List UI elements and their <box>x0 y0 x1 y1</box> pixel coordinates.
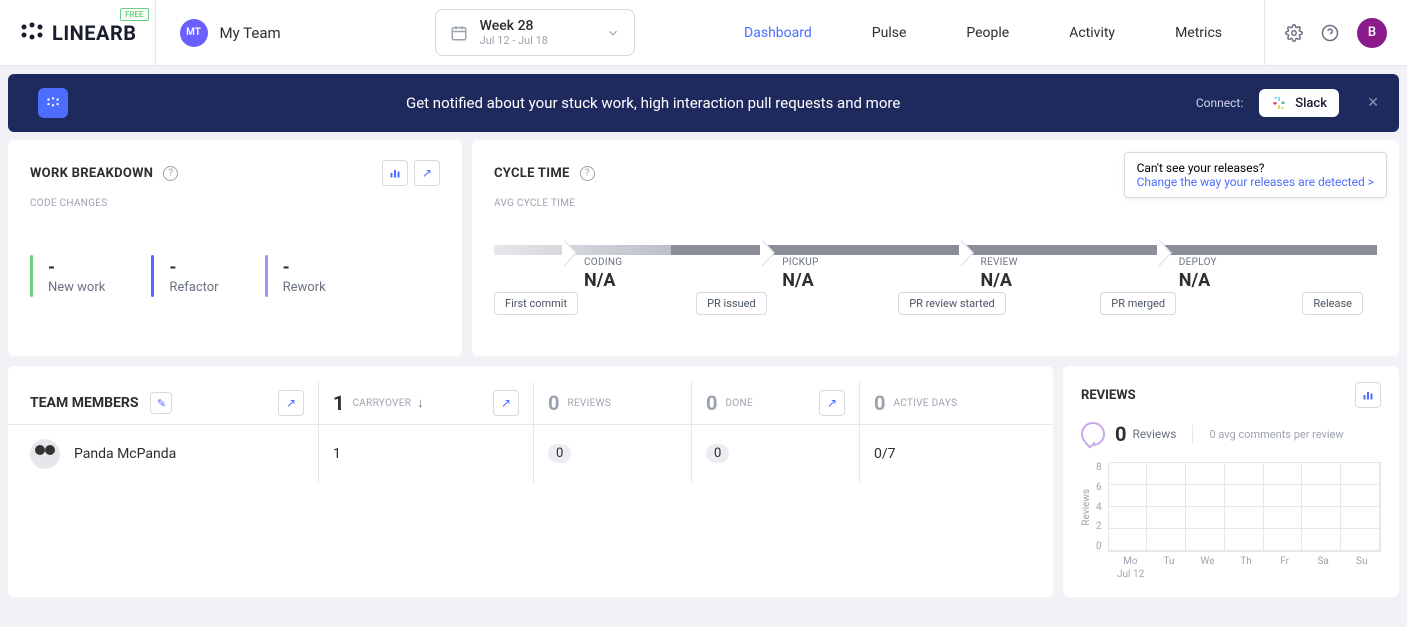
releases-link[interactable]: Change the way your releases are detecte… <box>1137 175 1374 189</box>
stage-coding: CODING N/A <box>584 257 782 291</box>
nav-dashboard[interactable]: Dashboard <box>714 25 842 41</box>
card-title: WORK BREAKDOWN <box>30 166 153 181</box>
marker-pr-review: PR review started <box>898 292 1006 315</box>
metric-new-work: - New work <box>30 257 123 295</box>
chart-icon[interactable] <box>1355 382 1381 408</box>
notification-banner: Get notified about your stuck work, high… <box>8 74 1399 132</box>
nav-pulse[interactable]: Pulse <box>842 25 937 41</box>
subtitle: AVG CYCLE TIME <box>494 198 1377 209</box>
logo[interactable]: LINEARB FREE <box>0 0 156 65</box>
user-avatar[interactable]: B <box>1357 18 1387 48</box>
gear-icon[interactable] <box>1285 24 1303 42</box>
logo-icon <box>18 19 46 47</box>
marker-first-commit: First commit <box>494 292 578 315</box>
cycle-track <box>494 245 1377 255</box>
chart-icon[interactable] <box>382 160 408 186</box>
calendar-icon <box>450 24 468 42</box>
cell-done: 0 <box>691 425 859 483</box>
reviews-card: REVIEWS 0 Reviews 0 avg comments per rev… <box>1063 366 1399 597</box>
help-tooltip-icon[interactable]: ? <box>580 166 595 181</box>
reviews-chart: Reviews 8 6 4 2 0 <box>1081 462 1381 552</box>
close-icon[interactable]: ✕ <box>1367 95 1379 111</box>
slack-label: Slack <box>1295 96 1327 111</box>
week-picker[interactable]: Week 28 Jul 12 - Jul 18 <box>435 9 635 56</box>
nav-people[interactable]: People <box>936 25 1039 41</box>
marker-release: Release <box>1302 292 1363 315</box>
team-avatar: MT <box>180 19 208 47</box>
sort-down-icon: ↓ <box>417 395 424 411</box>
expand-icon[interactable]: ↗ <box>278 390 304 416</box>
reviews-avg: 0 avg comments per review <box>1209 428 1343 441</box>
releases-hint: Can't see your releases? Change the way … <box>1124 152 1387 198</box>
help-icon[interactable] <box>1321 24 1339 42</box>
marker-pr-merged: PR merged <box>1100 292 1176 315</box>
card-title: REVIEWS <box>1081 388 1136 403</box>
nav-metrics[interactable]: Metrics <box>1145 25 1252 41</box>
week-range: Jul 12 - Jul 18 <box>480 34 548 47</box>
expand-icon[interactable]: ↗ <box>819 390 845 416</box>
col-done[interactable]: 0 DONE ↗ <box>691 382 859 424</box>
subtitle: CODE CHANGES <box>30 198 440 209</box>
cell-reviews: 0 <box>533 425 691 483</box>
team-name: My Team <box>220 24 281 42</box>
avatar <box>30 439 60 469</box>
metric-refactor: - Refactor <box>151 257 236 295</box>
logo-text: LINEARB <box>52 21 137 45</box>
expand-icon[interactable]: ↗ <box>414 160 440 186</box>
cell-carryover: 1 <box>318 425 533 483</box>
reviews-count: 0 <box>1115 422 1126 446</box>
comment-icon <box>1081 422 1105 446</box>
cell-active: 0/7 <box>859 425 1031 483</box>
col-reviews[interactable]: 0 REVIEWS <box>533 382 691 424</box>
edit-icon[interactable]: ✎ <box>150 392 172 414</box>
stage-pickup: PICKUP N/A <box>782 257 980 291</box>
work-breakdown-card: WORK BREAKDOWN ? ↗ CODE CHANGES - New wo… <box>8 140 462 356</box>
free-badge: FREE <box>120 8 149 21</box>
reviews-label: Reviews <box>1132 427 1176 441</box>
marker-pr-issued: PR issued <box>696 292 767 315</box>
slack-icon <box>1271 95 1287 111</box>
help-tooltip-icon[interactable]: ? <box>163 166 178 181</box>
member-name: Panda McPanda <box>74 446 176 462</box>
col-carryover[interactable]: 1 CARRYOVER ↓ ↗ <box>318 382 533 424</box>
week-title: Week 28 <box>480 18 548 34</box>
stage-deploy: DEPLOY N/A <box>1179 257 1377 291</box>
nav-activity[interactable]: Activity <box>1039 25 1145 41</box>
card-title: CYCLE TIME <box>494 166 570 181</box>
slack-button[interactable]: Slack <box>1259 89 1339 117</box>
col-active-days[interactable]: 0 ACTIVE DAYS <box>859 382 1031 424</box>
card-title: TEAM MEMBERS <box>30 395 138 411</box>
team-selector[interactable]: MT My Team <box>156 19 305 47</box>
expand-icon[interactable]: ↗ <box>493 390 519 416</box>
table-row[interactable]: Panda McPanda 1 0 0 0/7 <box>8 424 1053 482</box>
connect-label: Connect: <box>1196 96 1243 110</box>
banner-icon <box>32 85 74 121</box>
team-members-card: TEAM MEMBERS ✎ ↗ 1 CARRYOVER ↓ ↗ 0 REVIE… <box>8 366 1053 597</box>
chevron-down-icon <box>606 26 620 40</box>
banner-text: Get notified about your stuck work, high… <box>406 94 900 112</box>
cycle-time-card: CYCLE TIME ? ↗ AVG CYCLE TIME Can't see … <box>472 140 1399 356</box>
stage-review: REVIEW N/A <box>981 257 1179 291</box>
metric-rework: - Rework <box>265 257 344 295</box>
